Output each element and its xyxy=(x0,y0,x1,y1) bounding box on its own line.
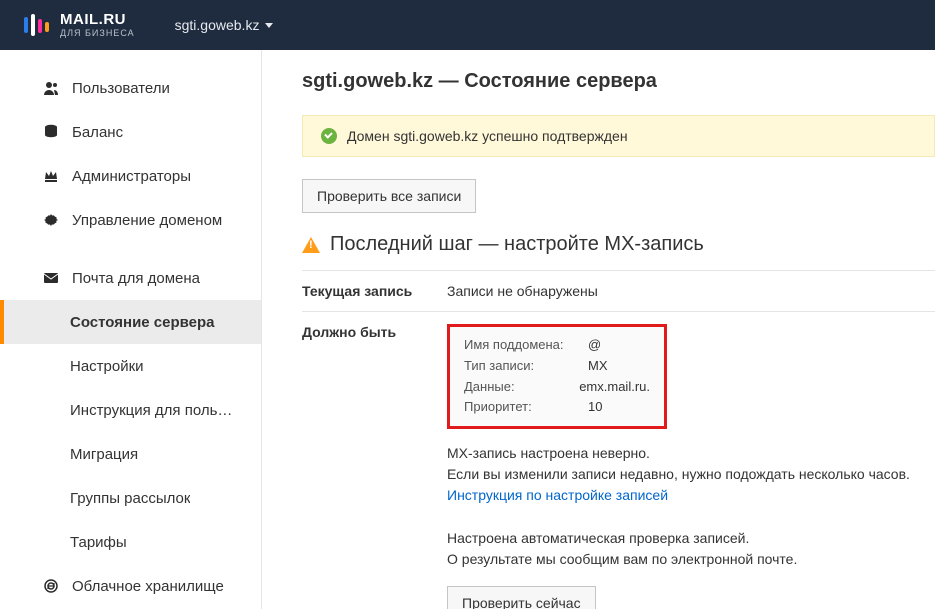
followup-line: Настроена автоматическая проверка записе… xyxy=(447,528,935,549)
logo-icon xyxy=(22,11,50,39)
kv-value: 10 xyxy=(588,397,602,418)
sidebar-item-label: Миграция xyxy=(70,446,138,463)
sidebar-item-label: Инструкция для поль… xyxy=(70,402,232,419)
sidebar-item-user-guide[interactable]: Инструкция для поль… xyxy=(0,388,261,432)
check-now-button[interactable]: Проверить сейчас xyxy=(447,586,596,609)
crown-icon xyxy=(42,167,60,185)
kv-value: MX xyxy=(588,356,608,377)
cloud-refresh-icon xyxy=(42,577,60,595)
alert-domain-verified: Домен sgti.goweb.kz успешно подтвержден xyxy=(302,115,935,157)
check-all-records-button[interactable]: Проверить все записи xyxy=(302,179,476,213)
mx-info-table: Текущая запись Записи не обнаружены Долж… xyxy=(302,270,935,609)
domain-switcher[interactable]: sgti.goweb.kz xyxy=(175,17,274,33)
current-domain-label: sgti.goweb.kz xyxy=(175,17,260,33)
table-row: Должно быть Имя поддомена: @ Тип записи: M… xyxy=(302,312,935,609)
kv-key: Приоритет: xyxy=(464,397,574,418)
sidebar-item-server-status[interactable]: Состояние сервера xyxy=(0,300,261,344)
sidebar-item-settings[interactable]: Настройки xyxy=(0,344,261,388)
sidebar-item-admins[interactable]: Администраторы xyxy=(0,154,261,198)
sidebar-item-label: Группы рассылок xyxy=(70,490,190,507)
app-header: MAIL.RU ДЛЯ БИЗНЕСА sgti.goweb.kz xyxy=(0,0,935,50)
auto-check-note: Настроена автоматическая проверка записе… xyxy=(447,528,935,570)
sidebar-item-domain-mail[interactable]: Почта для домена xyxy=(0,256,261,300)
chevron-down-icon xyxy=(265,23,273,28)
main-content: sgti.goweb.kz — Состояние сервера Домен … xyxy=(262,50,935,609)
current-record-label: Текущая запись xyxy=(302,283,447,299)
setup-instructions-link[interactable]: Инструкция по настройке записей xyxy=(447,487,668,503)
heading-text: Последний шаг — настройте МХ-запись xyxy=(330,233,704,256)
sidebar-item-domain-management[interactable]: Управление доменом xyxy=(0,198,261,242)
sidebar: Пользователи Баланс Администраторы Управ… xyxy=(0,50,262,609)
hint-line: Если вы изменили записи недавно, нужно п… xyxy=(447,464,935,485)
kv-value: emx.mail.ru. xyxy=(579,377,650,398)
sidebar-item-label: Управление доменом xyxy=(42,212,222,229)
sidebar-item-label: Настройки xyxy=(70,358,144,375)
mx-hint-block: MX-запись настроена неверно. Если вы изм… xyxy=(447,443,935,506)
page-title: sgti.goweb.kz — Состояние сервера xyxy=(302,70,935,93)
sidebar-item-label: Состояние сервера xyxy=(70,314,215,331)
sidebar-item-label: Администраторы xyxy=(42,168,191,185)
users-icon xyxy=(42,79,60,97)
logo-main-text: MAIL.RU xyxy=(60,12,135,27)
expected-mx-box: Имя поддомена: @ Тип записи: MX Данные: emx… xyxy=(447,324,667,429)
followup-line: О результате мы сообщим вам по электронн… xyxy=(447,549,935,570)
sidebar-item-label: Почта для домена xyxy=(42,270,200,287)
table-row: Текущая запись Записи не обнаружены xyxy=(302,271,935,312)
expected-record-label: Должно быть xyxy=(302,324,447,609)
logo[interactable]: MAIL.RU ДЛЯ БИЗНЕСА xyxy=(22,11,135,39)
check-circle-icon xyxy=(321,128,337,144)
hint-line: MX-запись настроена неверно. xyxy=(447,443,935,464)
kv-key: Имя поддомена: xyxy=(464,335,574,356)
stack-icon xyxy=(42,123,60,141)
sidebar-item-label: Облачное хранилище xyxy=(42,578,224,595)
current-record-value: Записи не обнаружены xyxy=(447,283,935,299)
sidebar-item-mailing-groups[interactable]: Группы рассылок xyxy=(0,476,261,520)
gear-icon xyxy=(42,211,60,229)
sidebar-item-cloud-storage[interactable]: Облачное хранилище xyxy=(0,564,261,608)
sidebar-item-tariffs[interactable]: Тарифы xyxy=(0,520,261,564)
logo-sub-text: ДЛЯ БИЗНЕСА xyxy=(60,29,135,38)
envelope-icon xyxy=(42,269,60,287)
sidebar-item-balance[interactable]: Баланс xyxy=(0,110,261,154)
sidebar-item-migration[interactable]: Миграция xyxy=(0,432,261,476)
sidebar-item-label: Тарифы xyxy=(70,534,127,551)
alert-text: Домен sgti.goweb.kz успешно подтвержден xyxy=(347,128,628,144)
warning-triangle-icon xyxy=(302,237,320,253)
sidebar-item-users[interactable]: Пользователи xyxy=(0,66,261,110)
sidebar-item-label: Пользователи xyxy=(42,80,170,97)
mx-setup-heading: Последний шаг — настройте МХ-запись xyxy=(302,233,935,256)
kv-value: @ xyxy=(588,335,601,356)
kv-key: Тип записи: xyxy=(464,356,574,377)
kv-key: Данные: xyxy=(464,377,565,398)
